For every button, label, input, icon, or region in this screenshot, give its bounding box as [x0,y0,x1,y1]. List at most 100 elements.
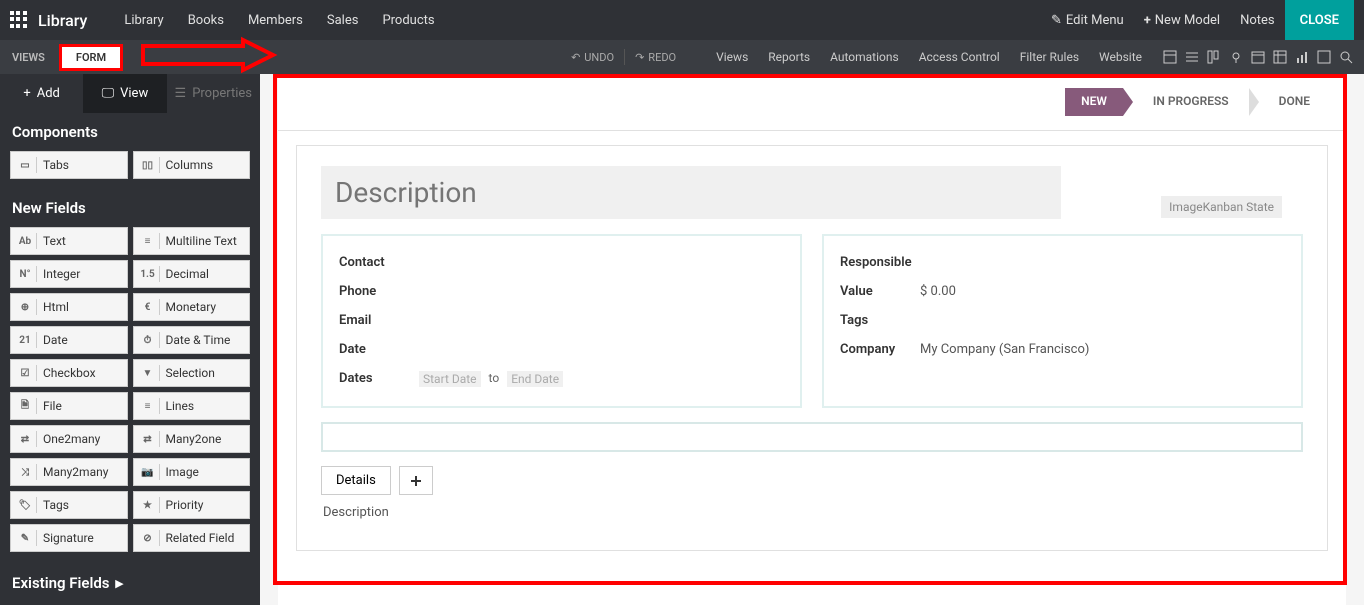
calendar-view-icon[interactable] [1250,49,1266,65]
field-date[interactable]: 21Date [10,326,128,354]
redo-icon: ↷ [635,51,644,64]
field-lines[interactable]: ≡Lines [133,392,251,420]
monitor-icon: 🖵 [102,86,115,101]
form-view-icon[interactable] [1162,49,1178,65]
field-text[interactable]: AbText [10,227,128,255]
left-column: Contact Phone Email Date Dates Start Dat… [321,234,802,408]
tab-details[interactable]: Details [321,466,391,495]
field-tags[interactable]: 🏷Tags [10,491,128,519]
tags-label: Tags [840,313,920,328]
comp-columns[interactable]: ▯▯Columns [133,151,251,179]
field-related-field[interactable]: ⊘Related Field [133,524,251,552]
field-icon: 21 [19,332,37,348]
undo-button[interactable]: ↶UNDO [561,51,624,64]
activity-view-icon[interactable] [1316,49,1332,65]
link-automations[interactable]: Automations [820,50,909,64]
list-view-icon[interactable] [1184,49,1200,65]
add-tab[interactable]: +Add [0,74,83,113]
app-title: Library [38,11,87,30]
date-label: Date [339,342,419,357]
field-signature[interactable]: ✎Signature [10,524,128,552]
field-icon: ⤨ [19,464,37,480]
contact-label: Contact [339,255,419,270]
edit-menu-button[interactable]: Edit Menu [1041,0,1134,40]
undo-icon: ↶ [571,51,580,64]
field-priority[interactable]: ★Priority [133,491,251,519]
sidebar: +Add 🖵View ☰Properties Components ▭Tabs … [0,74,260,605]
field-icon: ⇄ [142,431,160,447]
field-icon: ⊕ [19,299,37,315]
field-icon: N° [19,266,37,282]
field-icon: ▼ [142,365,160,381]
views-tab[interactable]: VIEWS [0,40,57,74]
field-icon: 🏷 [19,497,37,513]
field-image[interactable]: 📷Image [133,458,251,486]
field-decimal[interactable]: 1.5Decimal [133,260,251,288]
nav-members[interactable]: Members [236,0,315,40]
name-field[interactable] [321,422,1303,452]
field-multiline-text[interactable]: ≡Multiline Text [133,227,251,255]
tab-add-button[interactable] [399,466,433,495]
nav-products[interactable]: Products [370,0,446,40]
canvas: NEW IN PROGRESS DONE ImageKanban State C… [260,74,1364,605]
redo-button[interactable]: ↷REDO [625,51,686,64]
field-one2many[interactable]: ⇄One2many [10,425,128,453]
field-file[interactable]: 🗎File [10,392,128,420]
description-input[interactable] [321,166,1061,219]
link-views[interactable]: Views [706,50,758,64]
field-checkbox[interactable]: ☑Checkbox [10,359,128,387]
field-icon: ✎ [19,530,37,546]
end-date-input[interactable]: End Date [507,371,563,387]
status-progress[interactable]: IN PROGRESS [1137,88,1245,116]
field-selection[interactable]: ▼Selection [133,359,251,387]
link-access[interactable]: Access Control [909,50,1010,64]
kanban-view-icon[interactable] [1206,49,1222,65]
email-label: Email [339,313,419,328]
nav-library[interactable]: Library [112,0,175,40]
company-value: My Company (San Francisco) [920,342,1089,357]
status-new[interactable]: NEW [1065,88,1123,116]
field-icon: ⏱ [142,332,160,348]
form-tab[interactable]: FORM [59,44,123,71]
field-date-time[interactable]: ⏱Date & Time [133,326,251,354]
pivot-view-icon[interactable] [1272,49,1288,65]
field-icon: 1.5 [142,266,160,282]
field-integer[interactable]: N°Integer [10,260,128,288]
nav-books[interactable]: Books [176,0,236,40]
list-icon: ☰ [175,86,187,101]
field-icon: 🗎 [19,398,37,414]
comp-tabs[interactable]: ▭Tabs [10,151,128,179]
properties-tab[interactable]: ☰Properties [167,74,260,113]
view-tab[interactable]: 🖵View [83,74,166,113]
apps-icon[interactable] [10,11,28,29]
existing-fields[interactable]: Existing Fields▸ [0,562,260,604]
link-reports[interactable]: Reports [758,50,820,64]
field-icon: ★ [142,497,160,513]
company-label: Company [840,342,920,357]
map-view-icon[interactable] [1228,49,1244,65]
image-kanban-state[interactable]: ImageKanban State [1161,196,1282,218]
start-date-input[interactable]: Start Date [419,371,481,387]
field-many2one[interactable]: ⇄Many2one [133,425,251,453]
status-done[interactable]: DONE [1263,88,1326,116]
right-column: Responsible Value$ 0.00 Tags CompanyMy C… [822,234,1303,408]
arrow-annotation [143,40,283,74]
field-monetary[interactable]: €Monetary [133,293,251,321]
search-view-icon[interactable] [1338,49,1354,65]
field-icon: ☑ [19,365,37,381]
phone-label: Phone [339,284,419,299]
nav-sales[interactable]: Sales [315,0,371,40]
field-html[interactable]: ⊕Html [10,293,128,321]
new-model-button[interactable]: New Model [1134,0,1230,40]
field-icon: ⊘ [142,530,160,546]
link-website[interactable]: Website [1089,50,1152,64]
close-button[interactable]: CLOSE [1285,0,1354,40]
tab-content: Description [321,495,1303,530]
notes-button[interactable]: Notes [1230,0,1285,40]
link-filter[interactable]: Filter Rules [1010,50,1089,64]
field-many2many[interactable]: ⤨Many2many [10,458,128,486]
value-value: $ 0.00 [920,284,956,299]
field-icon: 📷 [142,464,160,480]
graph-view-icon[interactable] [1294,49,1310,65]
field-icon: ⇄ [19,431,37,447]
